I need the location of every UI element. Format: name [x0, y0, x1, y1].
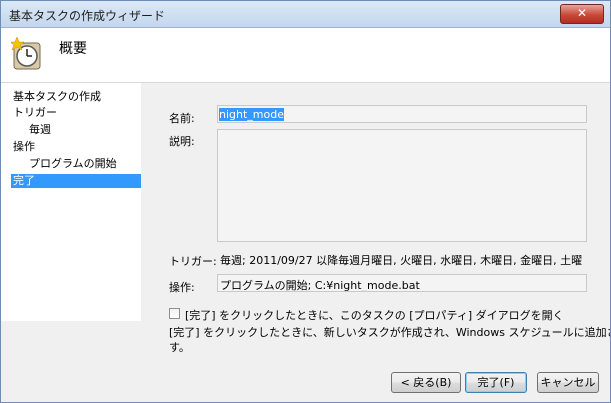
nav-item-action[interactable]: 操作: [13, 140, 35, 154]
clock-icon: [11, 37, 41, 70]
open-properties-label[interactable]: [完了] をクリックしたときに、このタスクの [プロパティ] ダイアログを開く: [185, 307, 564, 323]
back-button[interactable]: < 戻る(B): [391, 372, 461, 393]
window-title: 基本タスクの作成ウィザード: [9, 9, 166, 23]
wizard-steps-nav: 基本タスクの作成 トリガー 毎週 操作 プログラムの開始 完了: [1, 83, 149, 321]
nav-item-create-task[interactable]: 基本タスクの作成: [13, 90, 101, 104]
summary-panel: 名前: night_mode 説明: トリガー: 毎週; 2011/09/27 …: [141, 83, 610, 402]
name-field[interactable]: night_mode: [217, 105, 587, 123]
action-label: 操作:: [169, 281, 195, 294]
title-bar: 基本タスクの作成ウィザード ✕: [1, 1, 610, 28]
trigger-field[interactable]: 毎週; 2011/09/27 以降毎週月曜日, 火曜日, 水曜日, 木曜日, 金…: [217, 248, 587, 268]
cancel-button[interactable]: キャンセル: [537, 372, 599, 393]
nav-item-finish[interactable]: 完了: [11, 174, 149, 188]
page-title: 概要: [59, 41, 87, 57]
trigger-label: トリガー:: [169, 255, 217, 268]
description-label: 説明:: [169, 135, 195, 148]
wizard-window: 基本タスクの作成ウィザード ✕ 概要 基本タスクの作成 トリガー 毎週 操作 プ…: [0, 0, 611, 403]
wizard-header: 概要: [1, 28, 610, 83]
description-field[interactable]: [217, 129, 587, 242]
nav-item-trigger[interactable]: トリガー: [13, 106, 57, 120]
nav-item-start-program[interactable]: プログラムの開始: [29, 157, 117, 171]
close-button[interactable]: ✕: [560, 4, 604, 24]
nav-item-weekly[interactable]: 毎週: [29, 123, 51, 137]
finish-info-text-line2: す。: [169, 341, 190, 354]
name-value: night_mode: [219, 108, 284, 121]
action-field[interactable]: プログラムの開始; C:¥night_mode.bat: [217, 274, 587, 292]
finish-button[interactable]: 完了(F): [465, 372, 527, 393]
name-label: 名前:: [169, 112, 195, 125]
finish-info-text-line1: [完了] をクリックしたときに、新しいタスクが作成され、Windows スケジュ…: [169, 326, 611, 339]
open-properties-checkbox[interactable]: [169, 308, 180, 319]
